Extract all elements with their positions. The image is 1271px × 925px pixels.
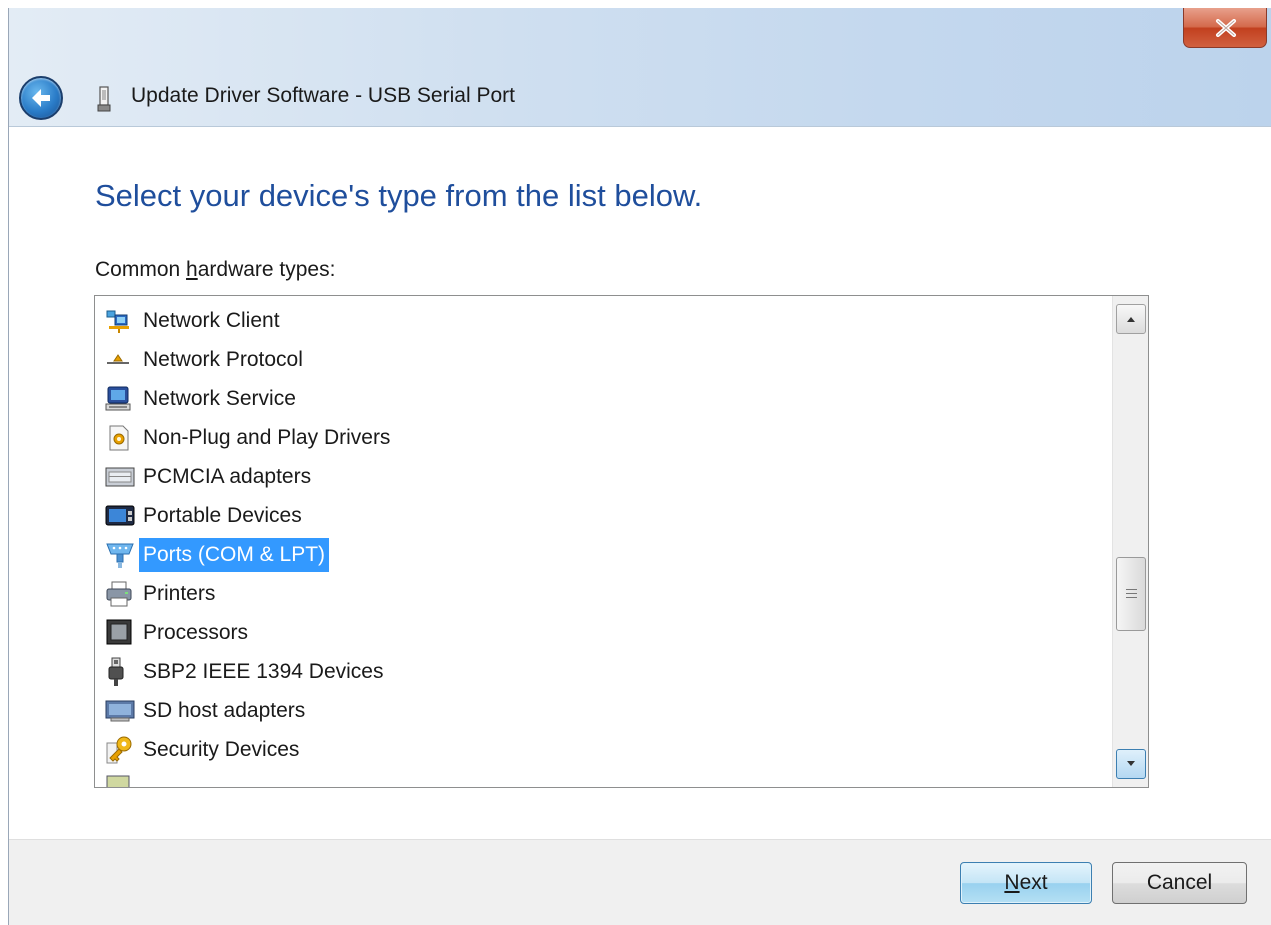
list-item-label: Network Client	[143, 309, 280, 332]
list-item-label: SBP2 IEEE 1394 Devices	[143, 660, 384, 683]
port-icon	[105, 540, 139, 570]
list-item[interactable]: Printers	[105, 575, 219, 613]
sd-host-icon	[105, 696, 139, 726]
scroll-thumb[interactable]	[1116, 557, 1146, 631]
list-item[interactable]: Processors	[105, 614, 252, 652]
page-heading: Select your device's type from the list …	[95, 178, 703, 213]
scroll-up-button[interactable]	[1116, 304, 1146, 334]
list-item[interactable]: PCMCIA adapters	[105, 458, 315, 496]
network-protocol-icon	[105, 345, 139, 375]
title-bar: Update Driver Software - USB Serial Port	[9, 8, 1271, 127]
usb-device-icon	[97, 86, 111, 112]
ieee1394-icon	[105, 657, 139, 687]
printer-icon	[105, 579, 139, 609]
next-button[interactable]: Next	[960, 862, 1092, 904]
back-button[interactable]	[19, 76, 63, 120]
list-item-label: Security Devices	[143, 738, 300, 761]
close-icon	[1216, 19, 1236, 37]
list-item-label: Portable Devices	[143, 504, 302, 527]
arrow-down-icon	[1127, 761, 1135, 766]
pcmcia-icon	[105, 462, 139, 492]
list-item-selected[interactable]: Ports (COM & LPT)	[105, 536, 330, 574]
portable-device-icon	[105, 501, 139, 531]
grip-icon	[1126, 589, 1137, 601]
list-item-label: Non-Plug and Play Drivers	[143, 426, 391, 449]
list-item-label: PCMCIA adapters	[143, 465, 312, 488]
button-bar: Next Cancel	[9, 839, 1271, 925]
cancel-button[interactable]: Cancel	[1112, 862, 1247, 904]
list-item-label: SD host adapters	[143, 699, 306, 722]
processor-icon	[105, 618, 139, 648]
list-item[interactable]: SBP2 IEEE 1394 Devices	[105, 653, 387, 691]
network-client-icon	[105, 306, 139, 336]
list-item-label: Processors	[143, 621, 249, 644]
list-item-label: Ports (COM & LPT)	[139, 538, 330, 572]
list-item-icon	[105, 774, 139, 787]
hardware-types-list[interactable]: Network Client Network Protocol Network …	[94, 295, 1149, 788]
list-item[interactable]: Portable Devices	[105, 497, 306, 535]
list-item[interactable]: Security Devices	[105, 731, 303, 769]
list-item-label: Network Service	[143, 387, 296, 410]
vertical-scrollbar[interactable]	[1112, 296, 1148, 787]
security-key-icon	[105, 735, 139, 765]
list-item[interactable]: Network Service	[105, 380, 300, 418]
non-pnp-driver-icon	[105, 423, 139, 453]
update-driver-window: Update Driver Software - USB Serial Port…	[8, 8, 1271, 925]
list-item-partial[interactable]	[105, 770, 139, 787]
list-item[interactable]: SD host adapters	[105, 692, 309, 730]
list-item-label: Network Protocol	[143, 348, 303, 371]
list-item-label: Printers	[143, 582, 216, 605]
close-button[interactable]	[1183, 8, 1267, 48]
window-title: Update Driver Software - USB Serial Port	[131, 84, 515, 107]
list-item[interactable]: Network Client	[105, 302, 284, 340]
arrow-up-icon	[1127, 317, 1135, 322]
scroll-down-button[interactable]	[1116, 749, 1146, 779]
list-item[interactable]: Non-Plug and Play Drivers	[105, 419, 394, 457]
back-arrow-icon	[32, 89, 50, 107]
network-service-icon	[105, 384, 139, 414]
list-item[interactable]: Network Protocol	[105, 341, 307, 379]
hardware-types-label: Common hardware types:	[95, 258, 336, 281]
